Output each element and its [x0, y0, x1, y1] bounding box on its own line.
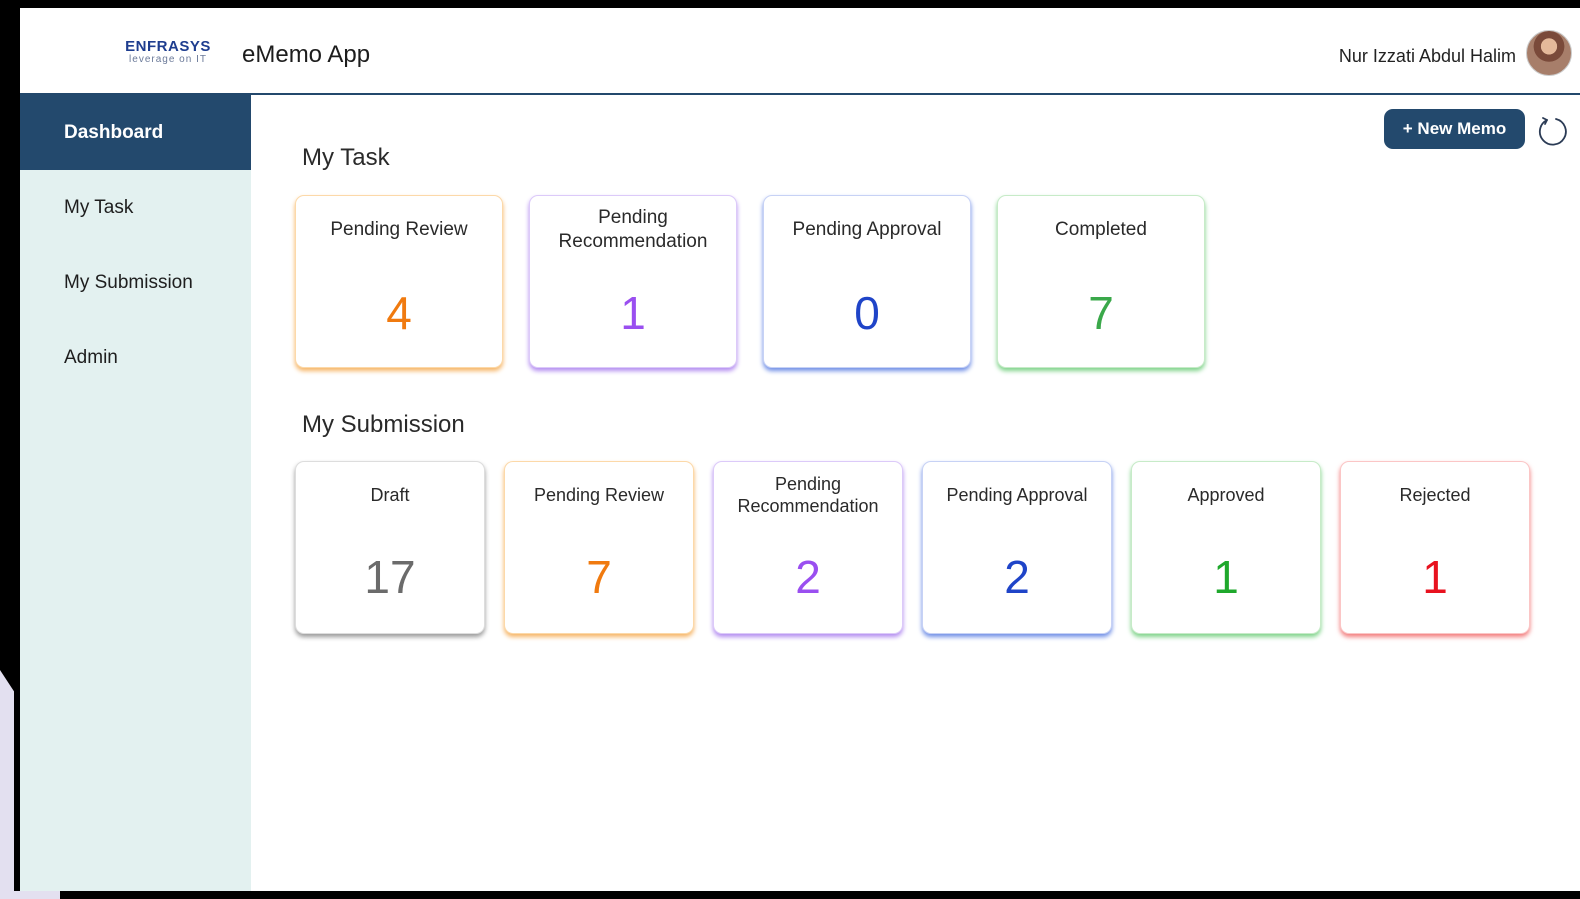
card-value: 7 [1088, 287, 1114, 339]
card-value: 1 [620, 287, 646, 339]
card-value: 17 [364, 551, 416, 603]
card-value: 4 [386, 287, 412, 339]
logo-wordmark: ENFRASYS [125, 38, 211, 55]
sidebar-item-my-task[interactable]: My Task [20, 170, 251, 245]
submission-card-pending-recommendation[interactable]: Pending Recommendation 2 [713, 461, 903, 634]
user-name[interactable]: Nur Izzati Abdul Halim [1339, 46, 1516, 67]
main-content: + New Memo My Task Pending Review 4 Pend… [251, 95, 1580, 891]
my-submission-heading: My Submission [302, 411, 465, 438]
app-header: ENFRASYS leverage on IT eMemo App Nur Iz… [20, 8, 1580, 95]
card-label: Completed [1055, 219, 1147, 240]
task-card-pending-recommendation[interactable]: Pending Recommendation 1 [529, 195, 737, 368]
task-card-pending-review[interactable]: Pending Review 4 [295, 195, 503, 368]
my-submission-cards: Draft 17 Pending Review 7 Pending Recomm… [295, 461, 1549, 634]
card-label: Pending Approval [946, 485, 1088, 505]
task-card-pending-approval[interactable]: Pending Approval 0 [763, 195, 971, 368]
app-title: eMemo App [242, 41, 371, 68]
submission-card-pending-approval[interactable]: Pending Approval 2 [922, 461, 1112, 634]
submission-card-draft[interactable]: Draft 17 [295, 461, 485, 634]
card-value: 1 [1213, 551, 1239, 603]
sidebar-item-admin[interactable]: Admin [20, 320, 251, 395]
card-label: Pending Review [330, 219, 468, 240]
submission-card-pending-review[interactable]: Pending Review 7 [504, 461, 694, 634]
card-value: 2 [795, 551, 821, 603]
card-label: Rejected [1399, 485, 1471, 505]
sidebar: Dashboard My Task My Submission Admin [20, 95, 251, 891]
card-label: Approved [1187, 485, 1265, 505]
logo-tagline: leverage on IT [129, 54, 207, 65]
sidebar-item-dashboard[interactable]: Dashboard [20, 95, 251, 170]
submission-card-approved[interactable]: Approved 1 [1131, 461, 1321, 634]
card-value: 0 [854, 287, 880, 339]
app-window: ENFRASYS leverage on IT eMemo App Nur Iz… [14, 8, 1580, 891]
card-label: Pending Recommendation [558, 207, 708, 252]
card-label: Draft [370, 485, 410, 505]
task-card-completed[interactable]: Completed 7 [997, 195, 1205, 368]
card-value: 7 [586, 551, 612, 603]
submission-card-rejected[interactable]: Rejected 1 [1340, 461, 1530, 634]
my-task-cards: Pending Review 4 Pending Recommendation … [295, 195, 1231, 368]
new-memo-button[interactable]: + New Memo [1384, 109, 1525, 149]
card-value: 1 [1422, 551, 1448, 603]
my-task-heading: My Task [302, 144, 390, 171]
company-logo[interactable]: ENFRASYS leverage on IT [108, 39, 228, 65]
card-label: Pending Approval [792, 219, 942, 240]
card-value: 2 [1004, 551, 1030, 603]
refresh-icon[interactable] [1536, 115, 1568, 147]
sidebar-item-my-submission[interactable]: My Submission [20, 245, 251, 320]
user-avatar[interactable] [1526, 30, 1572, 76]
card-label: Pending Review [533, 485, 665, 505]
card-label: Pending Recommendation [737, 474, 879, 516]
